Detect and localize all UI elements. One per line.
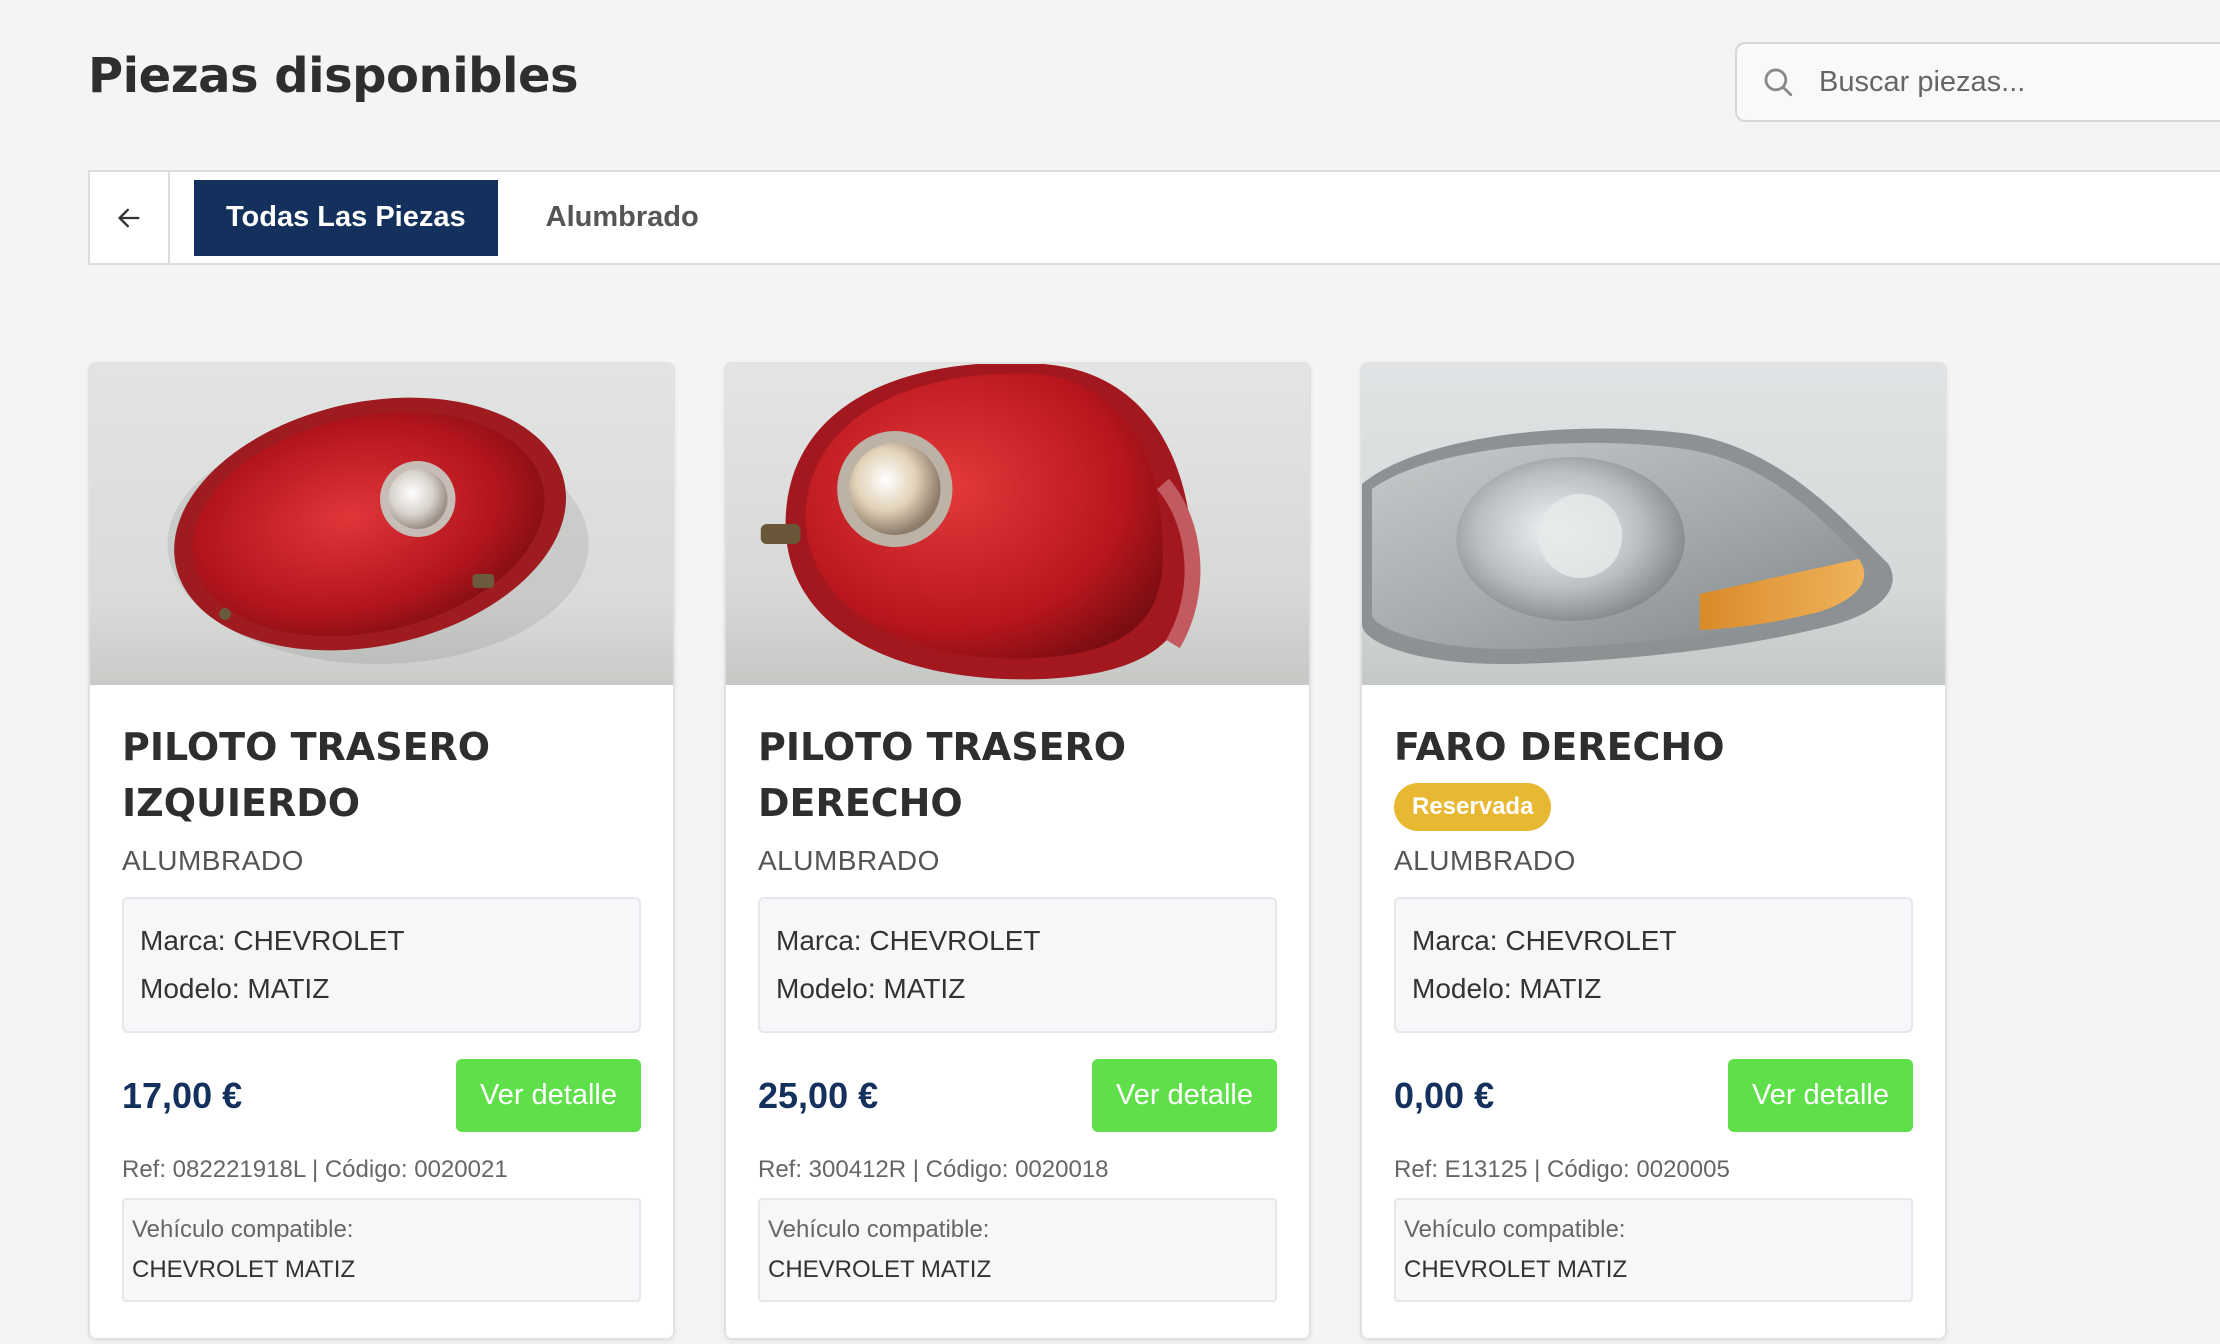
tab-todas-las-piezas[interactable]: Todas Las Piezas [194,179,498,256]
product-card[interactable]: FARO DERECHO Reservada ALUMBRADO Marca: … [1360,362,1947,1340]
product-image [726,364,1309,685]
compatible-vehicle-value: CHEVROLET MATIZ [768,1256,992,1283]
product-category: ALUMBRADO [1394,845,1576,876]
product-model: Modelo: MATIZ [1412,973,1602,1004]
price-row: 17,00 € Ver detalle [122,1059,641,1132]
product-price: 25,00 € [758,1074,879,1116]
price-row: 25,00 € Ver detalle [758,1059,1277,1132]
compatible-vehicle-value: CHEVROLET MATIZ [1404,1256,1628,1283]
product-image [90,364,673,685]
view-detail-button[interactable]: Ver detalle [1091,1059,1277,1132]
search-icon [1764,68,1793,97]
product-card[interactable]: PILOTO TRASERO DERECHO ALUMBRADO Marca: … [724,362,1311,1340]
product-info: Marca: CHEVROLET Modelo: MATIZ [122,897,641,1033]
compatible-vehicle-label: Vehículo compatible: [768,1216,990,1243]
view-detail-button[interactable]: Ver detalle [455,1059,641,1132]
product-model: Modelo: MATIZ [140,973,330,1004]
product-model: Modelo: MATIZ [776,973,966,1004]
search-box[interactable] [1735,42,2220,122]
back-button[interactable] [90,172,170,263]
product-title[interactable]: FARO DERECHO [1394,719,1913,775]
page: Piezas disponibles Todas Las Piezas Alum… [0,0,2220,1344]
product-title[interactable]: PILOTO TRASERO IZQUIERDO [122,719,641,831]
product-brand: Marca: CHEVROLET [776,925,1041,956]
product-title[interactable]: PILOTO TRASERO DERECHO [758,719,1277,831]
product-category: ALUMBRADO [758,845,940,876]
product-reference: Ref: E13125 | Código: 0020005 [1394,1156,1730,1183]
price-row: 0,00 € Ver detalle [1394,1059,1913,1132]
product-info: Marca: CHEVROLET Modelo: MATIZ [758,897,1277,1033]
product-reference: Ref: 300412R | Código: 0020018 [758,1156,1109,1183]
search-input[interactable] [1819,65,2199,99]
tab-alumbrado[interactable]: Alumbrado [514,180,731,256]
compatible-vehicle: Vehículo compatible: CHEVROLET MATIZ [1394,1198,1913,1302]
product-reference: Ref: 082221918L | Código: 0020021 [122,1156,508,1183]
product-info: Marca: CHEVROLET Modelo: MATIZ [1394,897,1913,1033]
product-brand: Marca: CHEVROLET [140,925,405,956]
product-image [1362,364,1945,685]
category-tabs: Todas Las Piezas Alumbrado [88,170,2220,265]
product-brand: Marca: CHEVROLET [1412,925,1677,956]
status-badge: Reservada [1394,783,1552,831]
view-detail-button[interactable]: Ver detalle [1727,1059,1913,1132]
page-title: Piezas disponibles [88,48,579,104]
compatible-vehicle: Vehículo compatible: CHEVROLET MATIZ [122,1198,641,1302]
compatible-vehicle-value: CHEVROLET MATIZ [132,1256,356,1283]
compatible-vehicle: Vehículo compatible: CHEVROLET MATIZ [758,1198,1277,1302]
product-category: ALUMBRADO [122,845,304,876]
product-price: 0,00 € [1394,1074,1495,1116]
compatible-vehicle-label: Vehículo compatible: [1404,1216,1626,1243]
arrow-left-icon [118,208,140,227]
compatible-vehicle-label: Vehículo compatible: [132,1216,354,1243]
product-price: 17,00 € [122,1074,243,1116]
product-card[interactable]: PILOTO TRASERO IZQUIERDO ALUMBRADO Marca… [88,362,675,1340]
